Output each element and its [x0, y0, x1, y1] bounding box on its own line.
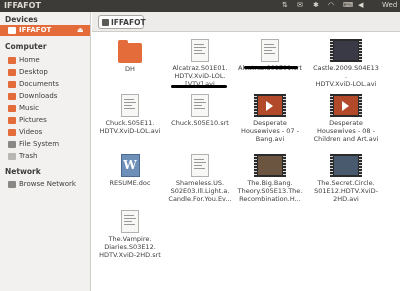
location-bar: IFFAFOT — [92, 12, 400, 32]
file-item[interactable]: Castle.2009.S04E13. HDTV.XviD-LOL.avi — [313, 39, 379, 88]
file-item[interactable]: The.Secret.Circle. S01E12.HDTV.XviD- 2HD… — [313, 154, 379, 203]
sidebar-item-file-system[interactable]: File System — [0, 139, 90, 150]
eject-icon[interactable]: ⏏ — [77, 26, 84, 34]
text-file-icon — [121, 94, 139, 117]
mail-indicator-icon[interactable]: ✉ — [297, 1, 303, 9]
file-item[interactable]: Desperate Housewives - 07 - Bang.avi — [237, 94, 303, 143]
sidebar-item-label: Downloads — [19, 92, 58, 100]
text-file-icon — [191, 154, 209, 177]
file-item[interactable]: W RESUME.doc — [97, 154, 163, 187]
file-name: Chuck.S05E11. HDTV.XviD-LOL.avi — [99, 119, 161, 135]
file-name: The.Big.Bang. Theory.S05E13.The. Recombi… — [237, 179, 303, 203]
file-name: Desperate Housewives - 08 - Children and… — [313, 119, 379, 143]
devices-heading: Devices — [5, 15, 38, 24]
text-file-icon — [191, 94, 209, 117]
file-name: The.Vampire. Diaries.S03E12. HDTV.XviD-2… — [99, 235, 161, 259]
file-item[interactable]: Desperate Housewives - 08 - Children and… — [313, 94, 379, 143]
file-name: DH — [125, 65, 135, 73]
window-title: IFFAFOT — [4, 1, 41, 10]
file-item[interactable]: Chuck.S05E10.srt — [167, 94, 233, 127]
text-file-icon — [191, 39, 209, 62]
path-button-label: IFFAFOT — [111, 18, 146, 27]
file-view: DH Alcatraz.S01E01. HDTV.XviD-LOL. [VTV]… — [92, 33, 400, 291]
network-icon — [8, 181, 16, 188]
network-heading: Network — [5, 167, 41, 176]
bluetooth-icon[interactable]: ✱ — [313, 1, 319, 9]
sidebar-item-music[interactable]: Music — [0, 103, 90, 114]
sidebar-item-documents[interactable]: Documents — [0, 79, 90, 90]
file-item[interactable]: DH — [97, 39, 163, 73]
sidebar-item-label: Home — [19, 56, 40, 64]
home-icon — [8, 57, 16, 64]
sidebar-item-home[interactable]: Home — [0, 55, 90, 66]
video-file-icon — [330, 154, 362, 177]
path-button-iffafot[interactable]: IFFAFOT — [98, 15, 146, 29]
video-file-icon — [330, 94, 362, 117]
file-name: RESUME.doc — [109, 179, 151, 187]
sidebar-item-trash[interactable]: Trash — [0, 151, 90, 162]
sidebar-item-desktop[interactable]: Desktop — [0, 67, 90, 78]
file-item[interactable]: Shameless.US. S02E03.Ill.Light.a. Candle… — [167, 154, 233, 203]
black-underline-mark — [171, 85, 227, 88]
drive-icon — [8, 27, 16, 34]
filesystem-icon — [8, 141, 16, 148]
videos-icon — [8, 129, 16, 136]
keyboard-icon[interactable]: ⌨ — [343, 1, 353, 9]
sidebar: Devices IFFAFOT ⏏ Computer Home Desktop … — [0, 12, 91, 291]
file-name: Chuck.S05E10.srt — [171, 119, 229, 127]
text-file-icon — [121, 210, 139, 233]
music-icon — [8, 105, 16, 112]
clock[interactable]: Wed — [382, 1, 397, 9]
file-name: The.Secret.Circle. S01E12.HDTV.XviD- 2HD… — [314, 179, 378, 203]
file-name: Desperate Housewives - 07 - Bang.avi — [241, 119, 299, 143]
video-file-icon — [254, 154, 286, 177]
sidebar-item-label: Videos — [19, 128, 43, 136]
downloads-icon — [8, 93, 16, 100]
text-file-icon — [261, 39, 279, 62]
file-name: Shameless.US. S02E03.Ill.Light.a. Candle… — [168, 179, 232, 203]
sidebar-item-videos[interactable]: Videos — [0, 127, 90, 138]
video-file-icon — [254, 94, 286, 117]
drive-icon — [102, 19, 109, 26]
file-item[interactable]: Alcatraz.S01E01. HDTV.XviD-LOL. [VTV].av… — [167, 39, 233, 88]
file-item[interactable]: The.Vampire. Diaries.S03E12. HDTV.XviD-2… — [97, 210, 163, 259]
black-underline-mark — [244, 66, 298, 69]
network-indicator-icon[interactable]: ⇅ — [282, 1, 288, 9]
folder-icon — [118, 40, 142, 63]
sidebar-item-browse-network[interactable]: Browse Network — [0, 179, 90, 190]
documents-icon — [8, 81, 16, 88]
file-item[interactable]: The.Big.Bang. Theory.S05E13.The. Recombi… — [237, 154, 303, 203]
sidebar-item-pictures[interactable]: Pictures — [0, 115, 90, 126]
sidebar-item-iffafot[interactable]: IFFAFOT ⏏ — [0, 25, 90, 36]
sidebar-item-label: Desktop — [19, 68, 48, 76]
word-document-icon: W — [120, 154, 140, 177]
sidebar-item-label: Browse Network — [19, 180, 76, 188]
pictures-icon — [8, 117, 16, 124]
sidebar-item-downloads[interactable]: Downloads — [0, 91, 90, 102]
sidebar-item-label: IFFAFOT — [19, 26, 52, 34]
volume-icon[interactable]: ◀ — [358, 1, 363, 9]
desktop-icon — [8, 69, 16, 76]
sidebar-item-label: Music — [19, 104, 39, 112]
video-file-icon — [330, 39, 362, 62]
trash-icon — [8, 153, 16, 160]
sidebar-item-label: Pictures — [19, 116, 47, 124]
sidebar-item-label: Trash — [19, 152, 38, 160]
computer-heading: Computer — [5, 42, 47, 51]
wifi-icon[interactable]: ◠ — [328, 1, 334, 9]
file-name: Castle.2009.S04E13. HDTV.XviD-LOL.avi — [313, 64, 379, 88]
sidebar-item-label: File System — [19, 140, 60, 148]
top-panel: IFFAFOT ⇅ ✉ ✱ ◠ ⌨ ◀ Wed — [0, 0, 400, 12]
file-item[interactable]: Chuck.S05E11. HDTV.XviD-LOL.avi — [97, 94, 163, 135]
sidebar-item-label: Documents — [19, 80, 59, 88]
